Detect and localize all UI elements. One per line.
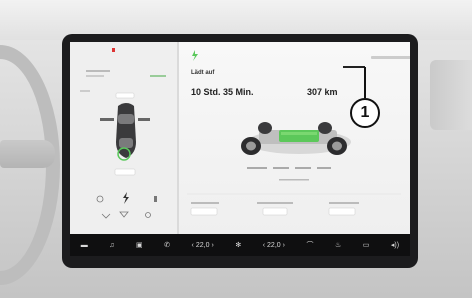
- fan-icon[interactable]: ✻: [235, 241, 241, 249]
- music-icon[interactable]: ♫: [109, 242, 114, 249]
- callout-target-line: [343, 66, 365, 68]
- phone-icon[interactable]: ✆: [164, 241, 170, 249]
- steering-wheel-spoke: [0, 140, 55, 168]
- chevron-left-icon[interactable]: ‹: [263, 242, 265, 249]
- temp-right-value: 22,0: [267, 241, 281, 249]
- seat-heater-icon[interactable]: ♨: [335, 241, 341, 249]
- charging-details-area: [187, 167, 401, 216]
- charging-panel: Lädt auf 10 Std. 35 Min. 307 km: [179, 42, 410, 234]
- photo-scene: Lädt auf 10 Std. 35 Min. 307 km ▬ ♫ ▣ ✆ …: [0, 0, 472, 298]
- car-icon[interactable]: ▬: [81, 242, 88, 249]
- defrost-icon[interactable]: ▭: [363, 241, 370, 249]
- vehicle-overview-panel[interactable]: [70, 42, 179, 234]
- callout-leader-line: [364, 67, 366, 98]
- chevron-right-icon[interactable]: ›: [283, 242, 285, 249]
- car-top-view-icon: [80, 48, 166, 219]
- chevron-left-icon[interactable]: ‹: [192, 242, 194, 249]
- temp-left-control[interactable]: ‹ 22,0 ›: [192, 242, 214, 249]
- air-vent: [430, 60, 472, 130]
- callout-marker: 1: [350, 98, 380, 128]
- touchscreen: Lädt auf 10 Std. 35 Min. 307 km: [70, 42, 410, 234]
- chevron-right-icon[interactable]: ›: [211, 242, 213, 249]
- temp-right-control[interactable]: ‹ 22,0 ›: [263, 242, 285, 249]
- temp-left-value: 22,0: [195, 241, 210, 249]
- wiper-icon[interactable]: ⌒: [307, 240, 314, 250]
- taskbar: ▬ ♫ ▣ ✆ ‹ 22,0 › ✻ ‹ 22,0 › ⌒ ♨ ▭ ◂)): [70, 234, 410, 256]
- app-launcher-icon[interactable]: ▣: [136, 241, 143, 249]
- volume-icon[interactable]: ◂)): [391, 241, 399, 249]
